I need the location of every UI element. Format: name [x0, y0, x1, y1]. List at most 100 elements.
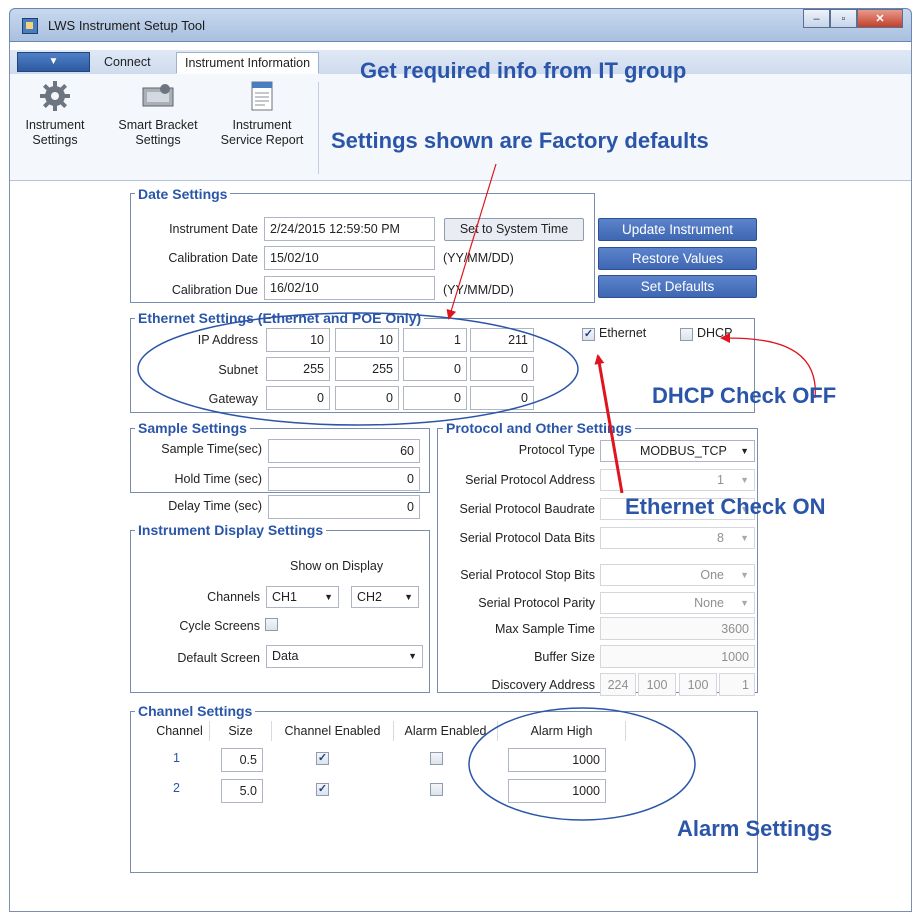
chevron-down-icon: ▼ [740, 570, 749, 580]
chevron-down-icon: ▼ [740, 446, 749, 456]
update-instrument-button[interactable]: Update Instrument [598, 218, 757, 241]
col-header-alarm-enabled: Alarm Enabled [394, 721, 498, 741]
close-button[interactable]: ✕ [857, 9, 903, 28]
channel-a-select[interactable]: CH1 ▼ [266, 586, 339, 608]
channel-1-alarm-high[interactable]: 1000 [508, 748, 606, 772]
channel-a-value: CH1 [272, 590, 298, 604]
serial-address-value: 1 [717, 473, 724, 487]
discovery-octet-3[interactable]: 100 [679, 673, 717, 696]
ethernet-checkbox[interactable]: ✓ [582, 328, 595, 341]
col-header-size: Size [210, 721, 272, 741]
buffer-size-field[interactable]: 1000 [600, 645, 755, 668]
chevron-down-icon: ▼ [324, 592, 333, 602]
tab-connect[interactable]: Connect [96, 52, 159, 74]
default-screen-select[interactable]: Data ▼ [266, 645, 423, 668]
ip-octet-3[interactable]: 1 [403, 328, 467, 352]
data-bits-select[interactable]: 8 ▼ [600, 527, 755, 549]
sample-time-label: Sample Time(sec) [161, 442, 262, 456]
smart-bracket-label-2: Settings [135, 133, 181, 147]
gateway-octet-1[interactable]: 0 [266, 386, 330, 410]
sample-settings-title: Sample Settings [135, 420, 250, 436]
show-on-display-label: Show on Display [290, 559, 384, 573]
window-title: LWS Instrument Setup Tool [48, 18, 206, 33]
service-report-button[interactable]: Instrument Service Report [212, 80, 312, 148]
discovery-octet-4[interactable]: 1 [719, 673, 755, 696]
channel-2-size[interactable]: 5.0 [221, 779, 263, 803]
stop-bits-select[interactable]: One ▼ [600, 564, 755, 586]
protocol-settings-title: Protocol and Other Settings [443, 420, 635, 436]
instrument-date-field[interactable]: 2/24/2015 12:59:50 PM [264, 217, 435, 241]
protocol-type-value: MODBUS_TCP [640, 444, 727, 458]
dhcp-checkbox[interactable] [680, 328, 693, 341]
ip-octet-2[interactable]: 10 [335, 328, 399, 352]
discovery-octet-1[interactable]: 224 [600, 673, 636, 696]
discovery-address-label: Discovery Address [491, 678, 595, 692]
channel-1-alarm-checkbox[interactable] [430, 752, 443, 765]
gateway-label: Gateway [208, 392, 258, 406]
callout-it-group: Get required info from IT group [360, 58, 687, 83]
set-system-time-button[interactable]: Set to System Time [444, 218, 584, 241]
protocol-type-select[interactable]: MODBUS_TCP ▼ [600, 440, 755, 462]
stop-bits-value: One [700, 568, 724, 582]
minimize-button[interactable]: – [803, 9, 830, 28]
channel-2-id: 2 [173, 781, 180, 795]
bracket-icon [141, 80, 175, 112]
channel-1-size[interactable]: 0.5 [221, 748, 263, 772]
channel-2-alarm-checkbox[interactable] [430, 783, 443, 796]
channel-2-enabled-checkbox[interactable]: ✓ [316, 783, 329, 796]
gateway-octet-2[interactable]: 0 [335, 386, 399, 410]
restore-values-button[interactable]: Restore Values [598, 247, 757, 270]
max-sample-field[interactable]: 3600 [600, 617, 755, 640]
serial-baud-label: Serial Protocol Baudrate [459, 502, 596, 516]
ribbon-separator [318, 82, 319, 174]
set-defaults-button[interactable]: Set Defaults [598, 275, 757, 298]
subnet-octet-1[interactable]: 255 [266, 357, 330, 381]
subnet-label: Subnet [218, 363, 258, 377]
calibration-date-field[interactable]: 15/02/10 [264, 246, 435, 270]
ethernet-settings-title: Ethernet Settings (Ethernet and POE Only… [135, 310, 425, 326]
default-screen-value: Data [272, 649, 299, 663]
delay-time-label: Delay Time (sec) [168, 499, 262, 513]
channel-b-select[interactable]: CH2 ▼ [351, 586, 419, 608]
chevron-down-icon: ▼ [740, 533, 749, 543]
maximize-button[interactable]: ▫ [830, 9, 857, 28]
gear-icon [38, 80, 72, 112]
ip-octet-1[interactable]: 10 [266, 328, 330, 352]
buffer-size-label: Buffer Size [534, 650, 595, 664]
calibration-date-hint: (YY/MM/DD) [443, 251, 514, 265]
calibration-due-field[interactable]: 16/02/10 [264, 276, 435, 300]
subnet-octet-2[interactable]: 255 [335, 357, 399, 381]
data-bits-label: Serial Protocol Data Bits [459, 531, 595, 545]
calibration-due-label: Calibration Due [171, 283, 258, 297]
sample-time-field[interactable]: 60 [268, 439, 420, 463]
tab-instrument-information[interactable]: Instrument Information [176, 52, 320, 74]
parity-label: Serial Protocol Parity [478, 596, 595, 610]
display-settings-title: Instrument Display Settings [135, 522, 327, 538]
smart-bracket-settings-button[interactable]: Smart Bracket Settings [108, 80, 208, 148]
cycle-screens-checkbox[interactable] [265, 618, 278, 631]
discovery-octet-2[interactable]: 100 [638, 673, 676, 696]
calibration-due-hint: (YY/MM/DD) [443, 283, 514, 297]
ip-octet-4[interactable]: 211 [470, 328, 534, 352]
parity-select[interactable]: None ▼ [600, 592, 755, 614]
delay-time-field[interactable]: 0 [268, 495, 420, 519]
date-settings-title: Date Settings [135, 186, 231, 202]
gateway-octet-3[interactable]: 0 [403, 386, 467, 410]
max-sample-label: Max Sample Time [494, 622, 595, 636]
instrument-settings-button[interactable]: Instrument Settings [20, 80, 90, 148]
service-report-label-2: Service Report [220, 133, 304, 147]
report-icon [245, 80, 279, 112]
col-header-channel: Channel [150, 721, 210, 741]
serial-address-select[interactable]: 1 ▼ [600, 469, 755, 491]
app-menu-button[interactable]: ▼ [17, 52, 90, 72]
channel-1-enabled-checkbox[interactable]: ✓ [316, 752, 329, 765]
subnet-octet-4[interactable]: 0 [470, 357, 534, 381]
hold-time-field[interactable]: 0 [268, 467, 420, 491]
channel-1-id: 1 [173, 751, 180, 765]
gateway-octet-4[interactable]: 0 [470, 386, 534, 410]
cycle-screens-label: Cycle Screens [179, 619, 260, 633]
channel-2-alarm-high[interactable]: 1000 [508, 779, 606, 803]
subnet-octet-3[interactable]: 0 [403, 357, 467, 381]
calibration-date-label: Calibration Date [168, 251, 258, 265]
protocol-type-label: Protocol Type [518, 443, 595, 457]
